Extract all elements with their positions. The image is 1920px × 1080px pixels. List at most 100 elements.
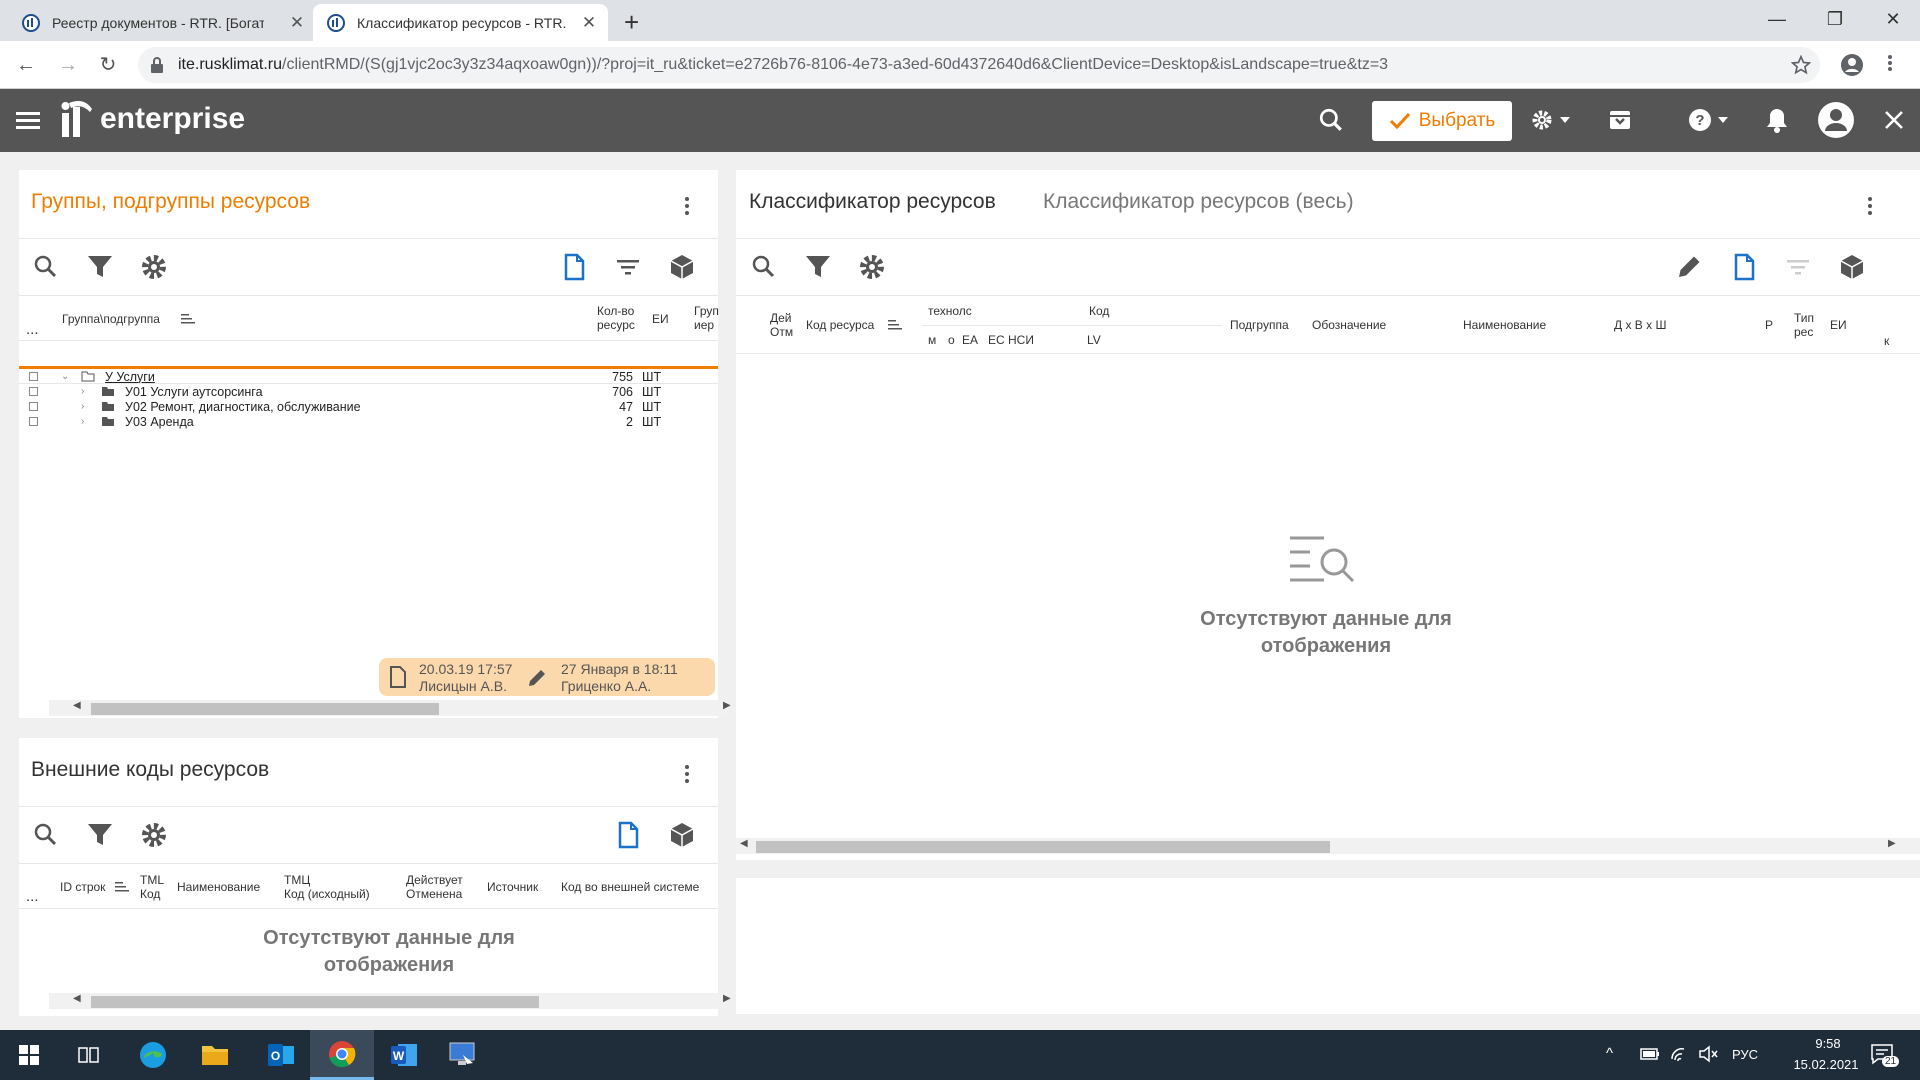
notifications-bell-icon[interactable] xyxy=(1766,107,1788,133)
tree-row[interactable]: › У03 Аренда 2 ШТ xyxy=(19,414,718,429)
col-unit-header[interactable]: ЕИ xyxy=(1830,318,1847,332)
col-ea-header[interactable]: ЕА xyxy=(962,333,978,347)
user-avatar-icon[interactable] xyxy=(1817,101,1855,139)
col-k-header[interactable]: к xyxy=(1884,334,1889,348)
horizontal-scrollbar[interactable]: ◀ ▶ xyxy=(736,838,1920,854)
remote-desktop-taskbar-icon[interactable] xyxy=(436,1030,490,1080)
col-o-header[interactable]: о xyxy=(948,333,955,347)
hamburger-menu-icon[interactable] xyxy=(16,109,40,131)
document-icon[interactable] xyxy=(613,820,643,850)
gear-icon[interactable] xyxy=(857,252,887,282)
archive-icon[interactable] xyxy=(1608,108,1632,132)
url-field[interactable]: ite.rusklimat.ru/clientRMD/(S(gj1vjc2oc3… xyxy=(138,47,1820,83)
search-icon[interactable] xyxy=(31,252,61,282)
explorer-taskbar-icon[interactable] xyxy=(186,1030,244,1080)
col-dims-header[interactable]: Д х В х Ш xyxy=(1614,318,1666,332)
sort-icon[interactable] xyxy=(613,252,643,282)
panel-menu-icon[interactable] xyxy=(685,194,691,218)
volume-muted-icon[interactable] xyxy=(1698,1045,1718,1063)
pencil-icon[interactable] xyxy=(1674,252,1704,282)
edge-taskbar-icon[interactable] xyxy=(124,1030,182,1080)
browser-tab-classifier[interactable]: Классификатор ресурсов - RTR. ✕ xyxy=(313,4,608,41)
gear-icon[interactable] xyxy=(139,820,169,850)
row-checkbox[interactable] xyxy=(29,417,38,426)
word-taskbar-icon[interactable]: W xyxy=(372,1030,436,1080)
maximize-button[interactable]: ❐ xyxy=(1806,0,1864,38)
panel-menu-icon[interactable] xyxy=(685,762,691,786)
col-active-header[interactable]: Дей Отм xyxy=(770,311,793,339)
row-checkbox[interactable] xyxy=(29,372,38,381)
help-dropdown-icon[interactable]: ? xyxy=(1688,108,1732,132)
scroll-left-icon[interactable]: ◀ xyxy=(73,700,81,711)
column-chooser[interactable]: ... xyxy=(26,889,39,904)
horizontal-scrollbar[interactable]: ◀ ▶ xyxy=(49,700,731,716)
col-id-header[interactable]: ID строк xyxy=(60,880,105,894)
horizontal-scrollbar[interactable]: ◀ ▶ xyxy=(49,993,731,1009)
chevron-right-icon[interactable]: › xyxy=(81,386,84,397)
profile-icon[interactable] xyxy=(1840,53,1864,77)
tray-overflow-icon[interactable]: ^ xyxy=(1606,1045,1613,1062)
browser-tab-documents[interactable]: Реестр документов - RTR. [Богат ✕ xyxy=(8,4,316,41)
chevron-down-icon[interactable]: ⌄ xyxy=(61,371,69,382)
windows-start-button[interactable] xyxy=(0,1030,58,1080)
col-code-header[interactable]: Код ресурса xyxy=(806,318,874,332)
sort-icon[interactable] xyxy=(181,313,195,325)
col-lv-header[interactable]: LV xyxy=(1087,333,1101,347)
panel-menu-icon[interactable] xyxy=(1868,194,1874,218)
clock-time[interactable]: 9:58 xyxy=(1796,1036,1860,1051)
col-tmc-header[interactable]: ТМЦ Код (исходный) xyxy=(284,873,370,901)
scrollbar-thumb[interactable] xyxy=(756,841,1330,853)
col-qty-header[interactable]: Кол-во ресурс xyxy=(597,304,635,332)
outlook-taskbar-icon[interactable]: O xyxy=(252,1030,310,1080)
wifi-icon[interactable] xyxy=(1670,1045,1690,1063)
search-icon[interactable] xyxy=(1318,107,1344,133)
col-designation-header[interactable]: Обозначение xyxy=(1312,318,1386,332)
scrollbar-thumb[interactable] xyxy=(91,996,539,1008)
close-tab-icon[interactable]: ✕ xyxy=(580,13,598,33)
package-icon[interactable] xyxy=(1837,252,1867,282)
tree-row-selected[interactable]: ⌄ У Услуги 755 ШТ xyxy=(19,369,718,384)
col-tml-header[interactable]: TML Код xyxy=(140,873,164,901)
package-icon[interactable] xyxy=(667,820,697,850)
column-chooser[interactable]: ... xyxy=(26,322,39,337)
browser-menu-icon[interactable] xyxy=(1888,53,1894,73)
search-icon[interactable] xyxy=(31,820,61,850)
chevron-right-icon[interactable]: › xyxy=(81,416,84,427)
battery-icon[interactable] xyxy=(1640,1047,1660,1061)
bookmark-star-icon[interactable] xyxy=(1791,55,1811,75)
col-name-header[interactable]: Наименование xyxy=(1463,318,1546,332)
chevron-right-icon[interactable]: › xyxy=(81,401,84,412)
new-tab-button[interactable]: + xyxy=(624,7,639,38)
col-hier-header[interactable]: Груп иер xyxy=(694,304,719,332)
close-app-icon[interactable] xyxy=(1884,110,1904,130)
document-icon[interactable] xyxy=(559,252,589,282)
col-active-header[interactable]: Действует Отменена xyxy=(406,873,463,901)
back-button[interactable]: ← xyxy=(12,51,40,79)
col-kod-header[interactable]: Код xyxy=(1089,304,1109,318)
scrollbar-thumb[interactable] xyxy=(91,703,439,715)
col-unit-header[interactable]: ЕИ xyxy=(652,312,669,326)
col-es-header[interactable]: ЕС НСИ xyxy=(988,333,1034,347)
scroll-left-icon[interactable]: ◀ xyxy=(740,838,748,849)
filter-icon[interactable] xyxy=(803,252,833,282)
col-extcode-header[interactable]: Код во внешней системе xyxy=(561,880,699,894)
package-icon[interactable] xyxy=(667,252,697,282)
col-r-header[interactable]: Р xyxy=(1765,318,1773,332)
filter-icon[interactable] xyxy=(85,820,115,850)
scroll-left-icon[interactable]: ◀ xyxy=(73,993,81,1004)
tab-classifier-all[interactable]: Классификатор ресурсов (весь) xyxy=(1043,190,1354,214)
window-close-button[interactable]: ✕ xyxy=(1864,0,1920,38)
sort-icon[interactable] xyxy=(1783,252,1813,282)
forward-button[interactable]: → xyxy=(54,51,82,79)
search-icon[interactable] xyxy=(749,252,779,282)
col-group-header[interactable]: Группа\подгруппа xyxy=(62,312,160,326)
tab-classifier[interactable]: Классификатор ресурсов xyxy=(749,190,996,214)
scroll-right-icon[interactable]: ▶ xyxy=(1888,838,1896,849)
filter-icon[interactable] xyxy=(85,252,115,282)
task-view-button[interactable] xyxy=(60,1030,118,1080)
sort-icon[interactable] xyxy=(888,319,902,331)
scroll-right-icon[interactable]: ▶ xyxy=(723,993,731,1004)
close-tab-icon[interactable]: ✕ xyxy=(288,13,306,33)
row-checkbox[interactable] xyxy=(29,402,38,411)
settings-dropdown-icon[interactable] xyxy=(1530,108,1574,132)
